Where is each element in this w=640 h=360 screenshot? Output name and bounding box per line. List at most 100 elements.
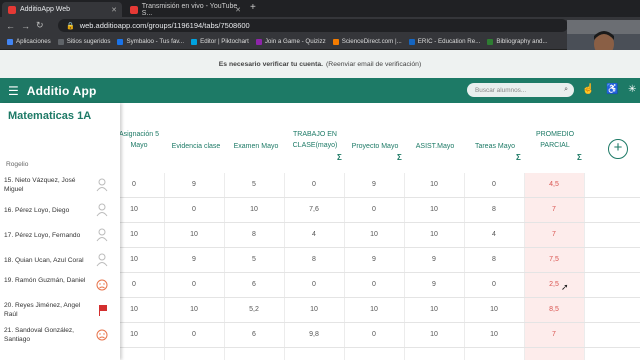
url-field[interactable]: 🔒 web.additioapp.com/groups/1196194/tabs… — [58, 19, 568, 32]
average-cell[interactable]: 4,5 — [534, 181, 574, 188]
column-header[interactable]: Proyecto Mayo — [346, 141, 404, 152]
grade-cell[interactable]: 9 — [354, 256, 394, 263]
grade-cell[interactable]: 9,8 — [294, 331, 334, 338]
bookmark-item[interactable]: Editor | Piktochart — [191, 38, 249, 45]
grade-cell[interactable]: 10 — [174, 231, 214, 238]
grade-cell[interactable]: 0 — [294, 281, 334, 288]
sum-icon[interactable]: Σ — [577, 153, 582, 162]
flag-icon[interactable] — [96, 303, 108, 317]
grade-cell[interactable]: 10 — [474, 306, 514, 313]
bookmark-item[interactable]: Join a Game - Quizizz — [255, 38, 326, 45]
sum-icon[interactable]: Σ — [516, 153, 521, 162]
grade-cell[interactable]: 4 — [294, 231, 334, 238]
grade-cell[interactable]: 10 — [414, 306, 454, 313]
grade-cell[interactable]: 0 — [354, 331, 394, 338]
grade-cell[interactable]: 10 — [354, 231, 394, 238]
bookmark-item[interactable]: ScienceDirect.com |... — [332, 38, 402, 45]
bookmark-item[interactable]: Aplicaciones — [7, 38, 51, 45]
student-name[interactable]: 16. Pérez Loyo, Diego — [4, 206, 88, 215]
search-icon[interactable]: ⌕ — [564, 86, 568, 94]
app-logo[interactable]: Additio App — [27, 84, 97, 98]
grade-cell[interactable]: 0 — [174, 331, 214, 338]
column-header[interactable]: Examen Mayo — [228, 141, 284, 152]
grade-cell[interactable]: 10 — [294, 306, 334, 313]
grade-cell[interactable]: 0 — [354, 206, 394, 213]
grade-cell[interactable]: 10 — [114, 331, 154, 338]
grade-cell[interactable]: 5 — [234, 256, 274, 263]
tab-youtube[interactable]: Transmisión en vivo - YouTube S... ✕ — [124, 2, 246, 17]
bookmark-item[interactable]: ERIC - Education Re... — [408, 38, 480, 45]
person-icon[interactable] — [96, 203, 108, 217]
grade-cell[interactable]: 10 — [474, 331, 514, 338]
student-name[interactable]: 18. Quian Ucan, Azul Coral — [4, 256, 88, 265]
average-cell[interactable]: 7 — [534, 206, 574, 213]
grade-cell[interactable]: 8 — [294, 256, 334, 263]
student-name[interactable]: 17. Pérez Loyo, Fernando — [4, 231, 88, 240]
person-icon[interactable] — [96, 178, 108, 192]
grade-cell[interactable]: 0 — [294, 181, 334, 188]
student-name[interactable]: 21. Sandoval González, Santiago — [4, 326, 88, 344]
add-column-button[interactable]: + — [608, 139, 628, 159]
grade-cell[interactable]: 8 — [474, 206, 514, 213]
grade-cell[interactable]: 9 — [174, 181, 214, 188]
tab-additioapp[interactable]: AdditioApp Web ✕ — [2, 2, 122, 17]
grade-cell[interactable]: 6 — [234, 281, 274, 288]
column-header[interactable]: Tareas Mayo — [466, 141, 524, 152]
grade-cell[interactable]: 0 — [114, 181, 154, 188]
student-name[interactable]: 15. Nieto Vázquez, José Miguel — [4, 176, 88, 194]
person-icon[interactable] — [96, 253, 108, 267]
grade-cell[interactable]: 10 — [114, 206, 154, 213]
resend-email-link[interactable]: (Reenviar email de verificación) — [326, 61, 421, 68]
grade-cell[interactable]: 10 — [114, 231, 154, 238]
bookmark-item[interactable]: Symbaloo - Tus fav... — [117, 38, 184, 45]
average-cell[interactable]: 7 — [534, 231, 574, 238]
menu-icon[interactable]: ☰ — [8, 84, 19, 98]
grade-cell[interactable]: 10 — [414, 331, 454, 338]
grade-cell[interactable]: 8 — [234, 231, 274, 238]
sad-face-icon[interactable] — [96, 278, 108, 292]
grade-cell[interactable]: 0 — [114, 281, 154, 288]
sad-face-icon[interactable] — [96, 328, 108, 342]
grade-cell[interactable]: 6 — [234, 331, 274, 338]
grade-cell[interactable]: 10 — [114, 256, 154, 263]
grade-cell[interactable]: 10 — [414, 206, 454, 213]
search-students-input[interactable]: Buscar alumnos... ⌕ — [467, 83, 574, 97]
grade-cell[interactable]: 0 — [474, 281, 514, 288]
bookmark-item[interactable]: Bibliography and... — [487, 38, 548, 45]
grade-cell[interactable]: 10 — [414, 231, 454, 238]
new-tab-icon[interactable]: + — [250, 2, 256, 13]
grade-cell[interactable]: 9 — [174, 256, 214, 263]
grade-cell[interactable]: 5 — [234, 181, 274, 188]
close-tab-icon[interactable]: ✕ — [235, 6, 241, 14]
student-name[interactable]: 20. Reyes Jiménez, Angel Raúl — [4, 301, 88, 319]
back-icon[interactable]: ← — [6, 21, 15, 31]
sum-icon[interactable]: Σ — [397, 153, 402, 162]
average-cell[interactable]: 7,5 — [534, 256, 574, 263]
sum-icon[interactable]: Σ — [337, 153, 342, 162]
grade-cell[interactable]: 10 — [234, 206, 274, 213]
grade-cell[interactable]: 0 — [354, 281, 394, 288]
settings-icon[interactable]: ✳ — [628, 84, 636, 95]
grade-cell[interactable]: 10 — [354, 306, 394, 313]
grade-cell[interactable]: 9 — [354, 181, 394, 188]
grade-cell[interactable]: 8 — [474, 256, 514, 263]
column-header[interactable]: Evidencia clase — [166, 141, 226, 152]
hand-pointer-icon[interactable]: ☝ — [582, 84, 594, 95]
column-header[interactable]: ASIST.Mayo — [406, 141, 464, 152]
student-name[interactable]: 19. Ramón Guzmán, Daniel — [4, 276, 88, 285]
grade-cell[interactable]: 10 — [414, 181, 454, 188]
grade-cell[interactable]: 5,2 — [234, 306, 274, 313]
column-header[interactable]: Asignación 5 Mayo — [114, 129, 164, 151]
grade-cell[interactable]: 9 — [414, 281, 454, 288]
close-tab-icon[interactable]: ✕ — [111, 6, 117, 14]
average-cell[interactable]: 8,5 — [534, 306, 574, 313]
grade-cell[interactable]: 0 — [174, 206, 214, 213]
column-header[interactable]: PROMEDIO PARCIAL — [526, 129, 584, 151]
grade-cell[interactable]: 10 — [114, 306, 154, 313]
reload-icon[interactable]: ↻ — [36, 20, 44, 31]
bookmark-item[interactable]: Sitios sugeridos — [57, 38, 110, 45]
grade-cell[interactable]: 7,6 — [294, 206, 334, 213]
grade-cell[interactable]: 9 — [414, 256, 454, 263]
forward-icon[interactable]: → — [21, 21, 30, 31]
person-icon[interactable] — [96, 228, 108, 242]
